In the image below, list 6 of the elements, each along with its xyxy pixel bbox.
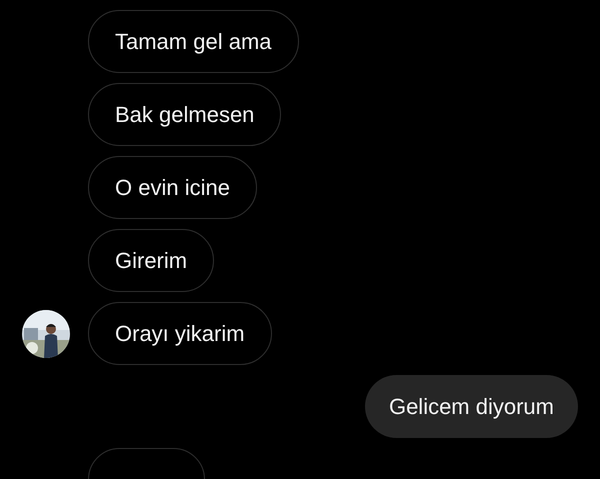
message-bubble: Orayı yikarim (88, 302, 272, 365)
message-bubble: Tamam gel ama (88, 10, 299, 73)
message-bubble: Bak gelmesen (88, 83, 282, 146)
message-bubble: Gelicem diyorum (364, 375, 578, 438)
message-bubble: Girerim (88, 229, 214, 292)
message-bubble: O evin icine (88, 156, 257, 219)
